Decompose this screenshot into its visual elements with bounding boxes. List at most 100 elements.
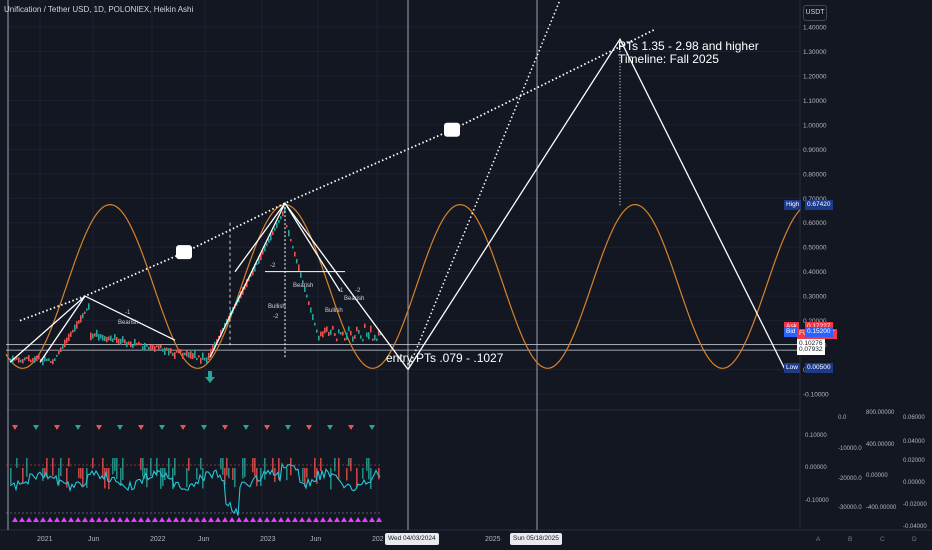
histogram-bar xyxy=(16,458,18,468)
price-bar xyxy=(276,223,278,228)
price-bar xyxy=(120,339,122,345)
histogram-bar xyxy=(108,468,110,489)
price-bar xyxy=(64,340,66,348)
price-tick-label: 1.20000 xyxy=(803,73,827,80)
corner-button-c[interactable]: C xyxy=(880,536,885,543)
square-marker xyxy=(444,123,460,137)
histogram-bar xyxy=(22,468,24,484)
price-tick-label: 0.40000 xyxy=(803,269,827,276)
price-bar xyxy=(68,334,70,341)
histogram-bar xyxy=(346,468,348,480)
price-bar xyxy=(340,332,342,335)
price-bar xyxy=(104,336,106,341)
bid-badge-label: Bid xyxy=(784,327,797,337)
pattern-label: -2 xyxy=(273,314,279,320)
price-bar xyxy=(202,353,204,360)
price-bar xyxy=(32,358,34,362)
oscillator-axis-label: 0.06000 xyxy=(903,415,925,421)
price-bar xyxy=(82,313,84,318)
price-bar xyxy=(72,330,74,333)
price-tick-label: 0.30000 xyxy=(803,294,827,301)
histogram-bar xyxy=(174,458,176,476)
time-label-jun-2021: Jun xyxy=(88,536,99,543)
histogram-bar xyxy=(78,468,80,478)
price-bar xyxy=(162,349,164,352)
histogram-bar xyxy=(370,468,372,489)
histogram-bar xyxy=(306,468,308,477)
price-bar xyxy=(314,323,316,326)
price-bar xyxy=(116,337,118,343)
high-badge: 0.67420 xyxy=(805,200,833,210)
oscillator-axis-label: 800.00000 xyxy=(866,410,895,416)
price-bar xyxy=(76,321,78,329)
corner-button-b[interactable]: B xyxy=(848,536,852,543)
price-bar xyxy=(326,327,328,332)
oscillator-axis-label: -10000.0 xyxy=(838,446,862,452)
price-bar xyxy=(292,246,294,249)
price-bar xyxy=(298,264,300,271)
price-bar xyxy=(354,335,356,339)
price-bar xyxy=(182,353,184,359)
price-bar xyxy=(290,239,292,241)
price-bar xyxy=(126,342,128,347)
price-bar xyxy=(320,332,322,337)
price-tick-label: 1.00000 xyxy=(803,122,827,129)
price-bar xyxy=(36,356,38,361)
price-bar xyxy=(28,355,30,361)
pattern-label: Bullish xyxy=(325,308,343,314)
histogram-bar xyxy=(150,458,152,476)
low-badge-label: Low xyxy=(784,363,800,373)
corner-button-a[interactable]: A xyxy=(816,536,820,543)
price-tick-label: 1.40000 xyxy=(803,25,827,32)
price-bar xyxy=(318,336,320,341)
price-bar xyxy=(272,231,274,235)
price-bar xyxy=(136,343,138,345)
price-bar xyxy=(84,311,86,313)
price-bar xyxy=(172,353,174,356)
time-label-2024: 202 xyxy=(372,536,384,543)
price-bar xyxy=(310,307,312,312)
histogram-bar xyxy=(186,468,188,487)
price-bar xyxy=(142,346,144,350)
price-bar xyxy=(280,216,282,219)
histogram-bar xyxy=(228,468,230,478)
price-bar xyxy=(166,348,168,350)
price-bar xyxy=(144,343,146,350)
histogram-bar xyxy=(334,458,336,471)
histogram-bar xyxy=(226,458,228,476)
price-bar xyxy=(346,333,348,340)
histogram-bar xyxy=(82,468,84,488)
price-bar xyxy=(198,355,200,357)
chart-canvas[interactable]: 1.40000 1.30000 1.20000 1.10000 1.00000 0.900… xyxy=(0,0,932,550)
price-bar xyxy=(132,344,134,348)
histogram-bar xyxy=(234,468,236,487)
price-bar xyxy=(74,325,76,332)
histogram-bar xyxy=(314,458,316,478)
price-bar xyxy=(196,358,198,360)
price-bar xyxy=(190,351,192,358)
pattern-label: Bearish xyxy=(344,296,364,302)
price-bar xyxy=(80,315,82,322)
price-bar xyxy=(316,330,318,333)
corner-button-d[interactable]: D xyxy=(912,536,917,543)
price-bar xyxy=(46,359,48,361)
oscillator-axis-label: -20000.0 xyxy=(838,476,862,482)
pattern-label: -2 xyxy=(355,288,361,294)
oscillator-axis-label: -0.04000 xyxy=(903,524,927,530)
histogram-bar xyxy=(232,468,234,480)
oscillator-panel xyxy=(6,410,380,530)
price-bar xyxy=(160,345,162,349)
time-label-jun-2023: Jun xyxy=(310,536,321,543)
currency-button[interactable]: USDT xyxy=(803,5,827,21)
time-label-jun-2022: Jun xyxy=(198,536,209,543)
timeline-text: Timeline: Fall 2025 xyxy=(618,53,759,66)
histogram-bar xyxy=(116,458,118,479)
histogram-bar xyxy=(220,458,222,469)
price-bar xyxy=(360,335,362,338)
price-bar xyxy=(334,333,336,336)
histogram-bar xyxy=(242,458,244,479)
histogram-bar xyxy=(350,458,352,471)
price-bar xyxy=(186,350,188,356)
price-bar xyxy=(110,335,112,340)
price-bar xyxy=(158,345,160,350)
